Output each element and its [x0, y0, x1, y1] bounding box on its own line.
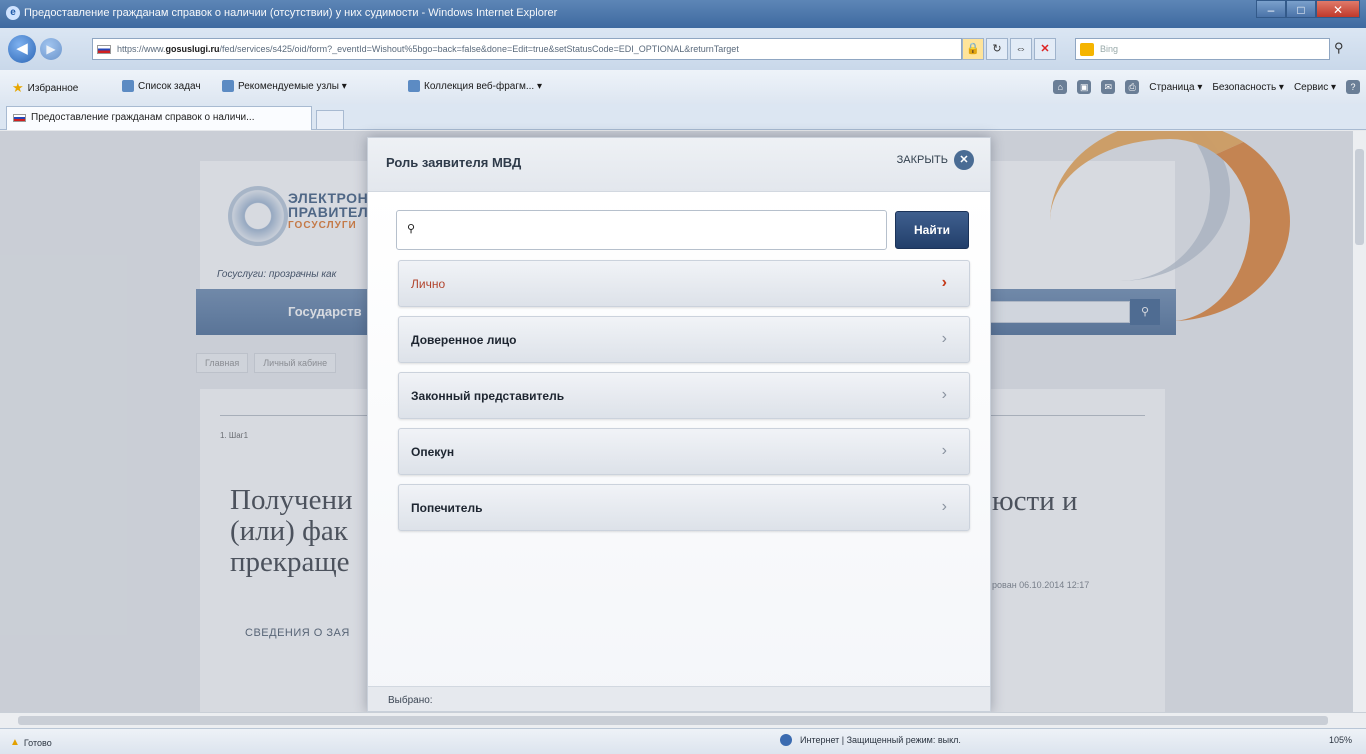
chevron-right-icon: ›: [941, 330, 947, 347]
address-actions: 🔒 ↻ ⇔ ✕: [962, 38, 1056, 60]
address-bar[interactable]: https://www.gosuslugi.ru/fed/services/s4…: [92, 38, 962, 60]
maximize-button[interactable]: □: [1286, 0, 1316, 18]
favorites-item-suggested[interactable]: Рекомендуемые узлы ▾: [222, 80, 347, 92]
chevron-right-icon: ›: [941, 386, 947, 403]
suggested-sites-icon: [222, 80, 234, 92]
role-item-legal-representative[interactable]: Законный представитель ›: [398, 372, 970, 419]
feeds-icon[interactable]: ▣: [1077, 80, 1092, 94]
favorites-item-label: Список задач: [138, 80, 201, 92]
help-icon[interactable]: ?: [1346, 80, 1360, 94]
favorites-item-label: Коллекция веб-фрагм... ▾: [424, 80, 542, 92]
role-label: Опекун: [411, 445, 455, 459]
minimize-button[interactable]: ‒: [1256, 0, 1286, 18]
zone-text: Интернет | Защищенный режим: выкл.: [800, 735, 961, 745]
url-host: gosuslugi.ru: [165, 44, 220, 54]
command-bar: ⌂ ▣ ✉ ⎙ Страница ▾ Безопасность ▾ Сервис…: [1053, 80, 1360, 94]
zoom-control[interactable]: 105%: [1329, 735, 1352, 745]
task-list-icon: [122, 80, 134, 92]
search-go-icon[interactable]: ⚲: [1334, 40, 1344, 56]
print-icon[interactable]: ⎙: [1125, 80, 1140, 94]
new-tab-button[interactable]: [316, 110, 344, 130]
role-item-guardian[interactable]: Опекун ›: [398, 428, 970, 475]
status-ready: ▲ Готово: [10, 737, 52, 748]
role-item-trusted-person[interactable]: Доверенное лицо ›: [398, 316, 970, 363]
horizontal-scrollbar[interactable]: [0, 712, 1366, 728]
close-label: ЗАКРЫТЬ: [896, 154, 948, 166]
mail-icon[interactable]: ✉: [1101, 80, 1116, 94]
dialog-close-button[interactable]: ЗАКРЫТЬ ✕: [897, 150, 974, 170]
role-label: Лично: [411, 277, 446, 291]
window-titlebar: e Предоставление гражданам справок о нал…: [0, 0, 1366, 28]
window-title: Предоставление гражданам справок о налич…: [24, 7, 558, 19]
role-label: Доверенное лицо: [411, 333, 517, 347]
chevron-right-icon: ›: [941, 442, 947, 459]
star-icon: ★: [12, 80, 24, 95]
forward-button[interactable]: ▶: [40, 38, 62, 60]
status-ready-text: Готово: [23, 737, 52, 748]
role-dialog: Роль заявителя МВД ЗАКРЫТЬ ✕ ⚲ Найти Лич…: [367, 137, 991, 712]
favorites-label: Избранное: [27, 82, 79, 94]
vertical-scroll-thumb[interactable]: [1355, 149, 1364, 245]
web-slice-icon: [408, 80, 420, 92]
back-button[interactable]: ◀: [8, 35, 36, 63]
bing-icon: [1080, 43, 1094, 56]
favorites-item-label: Рекомендуемые узлы ▾: [238, 80, 347, 92]
find-button[interactable]: Найти: [895, 211, 969, 249]
vertical-scrollbar[interactable]: [1352, 131, 1366, 712]
role-search-row: ⚲ Найти: [396, 210, 972, 250]
lock-icon[interactable]: 🔒: [962, 38, 984, 60]
selected-bar: Выбрано:: [368, 686, 990, 711]
home-icon[interactable]: ⌂: [1053, 80, 1068, 94]
tab-bar: Предоставление гражданам справок о налич…: [0, 104, 1366, 130]
horizontal-scroll-thumb[interactable]: [18, 716, 1328, 725]
role-item-personal[interactable]: Лично ›: [398, 260, 970, 307]
role-item-trustee[interactable]: Попечитель ›: [398, 484, 970, 531]
chevron-right-icon: ›: [941, 498, 947, 515]
favorites-item-tasks[interactable]: Список задач: [122, 80, 201, 92]
favorites-item-webslices[interactable]: Коллекция веб-фрагм... ▾: [408, 80, 542, 92]
tab-label: Предоставление гражданам справок о налич…: [31, 112, 255, 123]
stop-icon[interactable]: ✕: [1034, 38, 1056, 60]
window-controls: ‒ □ ✕: [1256, 0, 1360, 18]
ie-icon: e: [6, 6, 20, 20]
role-label: Законный представитель: [411, 389, 565, 403]
chevron-right-icon: ›: [941, 274, 947, 291]
zoom-level: 105%: [1328, 735, 1352, 745]
warning-icon: ▲: [10, 737, 20, 748]
browser-search-placeholder: Bing: [1100, 44, 1119, 54]
browser-search-box[interactable]: Bing: [1075, 38, 1330, 60]
role-list: Лично › Доверенное лицо › Законный предс…: [398, 260, 970, 540]
url-prefix: https://www.: [117, 44, 166, 54]
close-icon: ✕: [954, 150, 974, 170]
search-icon: ⚲: [407, 223, 416, 235]
navigation-bar: ◀ ▶ https://www.gosuslugi.ru/fed/service…: [0, 28, 1366, 70]
status-bar: ▲ Готово Интернет | Защищенный режим: вы…: [0, 728, 1366, 754]
globe-icon: [780, 734, 792, 746]
page-menu[interactable]: Страница ▾: [1149, 82, 1202, 93]
tab-flag-icon: [13, 114, 26, 122]
favorites-bar: ★ Избранное Список задач Рекомендуемые у…: [0, 70, 1366, 104]
tab-active[interactable]: Предоставление гражданам справок о налич…: [6, 106, 312, 130]
url-path: /fed/services/s425/oid/form?_eventId=Wis…: [219, 44, 739, 54]
refresh-icon[interactable]: ↻: [986, 38, 1008, 60]
safety-menu[interactable]: Безопасность ▾: [1212, 82, 1284, 93]
favorites-button[interactable]: ★ Избранное: [12, 80, 78, 96]
site-flag-icon: [97, 45, 111, 54]
dialog-title: Роль заявителя МВД: [386, 155, 522, 170]
role-search-input[interactable]: [396, 210, 887, 250]
tools-menu[interactable]: Сервис ▾: [1294, 82, 1336, 93]
selected-label: Выбрано:: [388, 695, 433, 706]
security-zone[interactable]: Интернет | Защищенный режим: выкл.: [780, 734, 961, 746]
dialog-header: Роль заявителя МВД ЗАКРЫТЬ ✕: [368, 138, 990, 192]
role-label: Попечитель: [411, 501, 483, 515]
compat-icon[interactable]: ⇔: [1010, 38, 1032, 60]
dialog-body: ⚲ Найти Лично › Доверенное лицо › Законн…: [368, 192, 990, 711]
window-close-button[interactable]: ✕: [1316, 0, 1360, 18]
